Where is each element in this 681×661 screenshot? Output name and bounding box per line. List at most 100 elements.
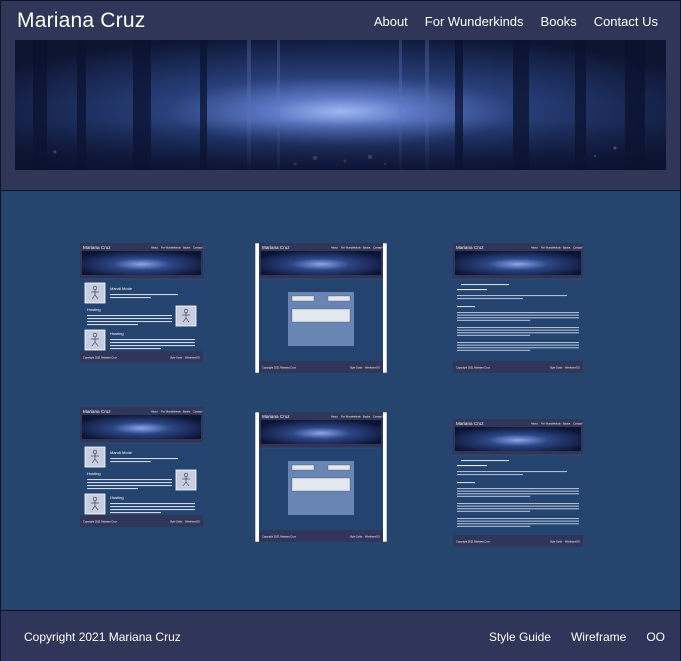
wireframe-thumb-contact[interactable]: Mariana Cruz About For Wunderkinds Books Con… — [255, 243, 387, 373]
thumb-heading: Mandi Mode — [110, 450, 133, 455]
thumb-form-input — [291, 464, 315, 471]
text-line — [110, 342, 195, 344]
text-line — [87, 479, 172, 481]
thumb-banner — [82, 251, 201, 275]
text-line — [110, 458, 178, 460]
thumb-footer-link: Wireframe — [185, 357, 197, 360]
text-line — [110, 506, 195, 508]
site-header: Mariana Cruz About For Wunderkinds Books… — [1, 1, 680, 191]
thumb-nav-item: About — [531, 246, 538, 250]
nav-books[interactable]: Books — [541, 14, 577, 29]
thumb-nav-item: About — [331, 246, 338, 250]
thumb-copyright: Copyright 2021 Mariana Cruz — [83, 356, 118, 360]
nav-about[interactable]: About — [374, 14, 408, 29]
thumb-copyright: Copyright 2021 Mariana Cruz — [262, 535, 297, 539]
wireframe-gallery: Mariana Cruz About For Wunderkinds Books Con… — [1, 191, 680, 609]
footer-copyright: Copyright 2021 Mariana Cruz — [24, 630, 181, 644]
text-line — [87, 488, 138, 490]
banner-image — [15, 40, 666, 170]
text-line — [457, 312, 579, 314]
text-line — [110, 345, 195, 347]
text-line — [457, 482, 475, 484]
thumb-nav-item: For Wunderkinds — [161, 410, 181, 414]
text-line — [457, 347, 579, 349]
thumb-footer-link: OO — [376, 536, 380, 539]
thumb-footer-link: Style Guide — [350, 536, 363, 539]
text-line — [457, 495, 531, 497]
thumb-footer-link: OO — [196, 521, 200, 524]
thumb-footer-link: Style Guide — [350, 367, 363, 370]
text-line — [110, 348, 161, 350]
text-line — [457, 344, 579, 346]
thumb-nav-item: Books — [363, 246, 371, 250]
thumb-heading: Mandi Mode — [110, 286, 133, 291]
thumb-copyright: Copyright 2021 Mariana Cruz — [262, 366, 297, 370]
wireframe-thumb-home[interactable]: Mariana Cruz About For Wunderkinds Books Con… — [80, 407, 203, 527]
thumb-nav-item: Contact Us — [193, 410, 203, 414]
text-line — [457, 510, 531, 512]
thumb-site-title: Mariana Cruz — [456, 245, 484, 250]
text-line — [110, 339, 195, 341]
thumb-nav-item: Contact Us — [573, 422, 583, 426]
thumb-footer-link: OO — [376, 367, 380, 370]
thumb-footer-link: Style Guide — [550, 367, 563, 370]
text-line — [110, 294, 178, 296]
text-line — [110, 503, 195, 505]
text-line — [457, 298, 523, 300]
thumb-footer-link: Style Guide — [170, 357, 183, 360]
thumb-nav-item: About — [151, 410, 158, 414]
thumb-footer-link: OO — [196, 357, 200, 360]
text-line — [87, 321, 172, 323]
text-line — [457, 493, 579, 495]
text-line — [87, 324, 138, 326]
thumb-nav-item: Books — [363, 415, 371, 419]
thumb-nav-item: Contact Us — [373, 415, 387, 419]
thumb-nav-item: About — [531, 422, 538, 426]
thumb-nav-item: Contact Us — [373, 246, 387, 250]
thumb-site-title: Mariana Cruz — [262, 414, 290, 419]
wireframe-thumb-article[interactable]: Mariana Cruz About For Wunderkinds Books Con… — [453, 243, 583, 373]
text-line — [457, 289, 487, 291]
text-line — [87, 318, 172, 320]
footer-link-oo[interactable]: OO — [646, 630, 665, 644]
text-line — [457, 488, 579, 490]
text-line — [457, 490, 579, 492]
wireframe-thumb-article[interactable]: Mariana Cruz About For Wunderkinds Books Con… — [453, 419, 583, 547]
nav-contact-us[interactable]: Contact Us — [594, 14, 658, 29]
thumb-form-textarea — [291, 308, 351, 323]
main-nav: About For Wunderkinds Books Contact Us — [374, 14, 658, 29]
text-line — [457, 332, 579, 334]
thumb-heading: Hosting — [110, 495, 124, 500]
thumb-copyright: Copyright 2021 Mariana Cruz — [456, 540, 491, 544]
nav-for-wunderkinds[interactable]: For Wunderkinds — [425, 14, 524, 29]
text-line — [457, 525, 531, 527]
thumb-heading: Hosting — [87, 307, 101, 312]
thumb-copyright: Copyright 2021 Mariana Cruz — [456, 366, 491, 370]
thumb-form-input — [291, 295, 315, 302]
text-line — [87, 315, 172, 317]
text-line — [457, 518, 579, 520]
thumb-site-title: Mariana Cruz — [456, 421, 484, 426]
wireframe-thumb-contact[interactable]: Mariana Cruz About For Wunderkinds Books Con… — [255, 412, 387, 542]
thumb-footer-link: Wireframe — [565, 367, 577, 370]
text-line — [110, 509, 195, 511]
thumb-heading: Hosting — [110, 331, 124, 336]
footer-link-style-guide[interactable]: Style Guide — [489, 630, 551, 644]
text-line — [87, 482, 172, 484]
thumb-form-input — [327, 295, 351, 302]
wireframe-thumb-home[interactable]: Mariana Cruz About For Wunderkinds Books Con… — [80, 243, 203, 363]
thumb-banner — [455, 251, 581, 275]
text-line — [457, 520, 579, 522]
footer-link-wireframe[interactable]: Wireframe — [571, 630, 626, 644]
thumb-banner — [261, 420, 381, 444]
thumb-banner — [455, 427, 581, 451]
text-line — [457, 471, 567, 473]
site-title[interactable]: Mariana Cruz — [17, 9, 145, 33]
thumb-nav-item: Books — [183, 246, 191, 250]
text-line — [457, 327, 579, 329]
thumb-site-title: Mariana Cruz — [83, 409, 111, 414]
text-line — [457, 474, 523, 476]
thumb-site-title: Mariana Cruz — [262, 245, 290, 250]
text-line — [457, 508, 579, 510]
text-line — [110, 461, 151, 463]
